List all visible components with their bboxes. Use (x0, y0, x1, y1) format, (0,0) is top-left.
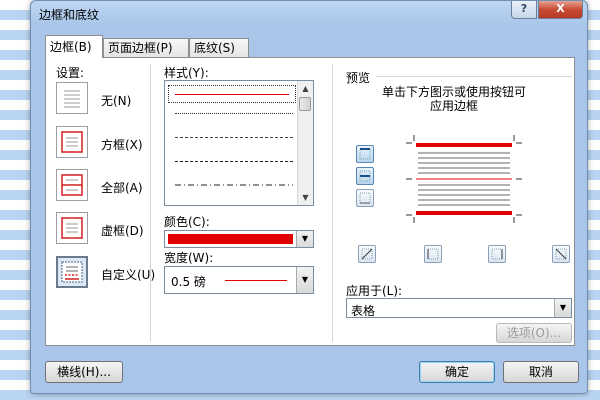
border-inside-horizontal-icon (359, 170, 371, 182)
tab-shading[interactable]: 底纹(S) (189, 38, 249, 57)
left-border-button[interactable] (424, 245, 442, 263)
color-dropdown[interactable]: ▼ (164, 230, 314, 248)
chevron-down-icon[interactable]: ▼ (554, 299, 571, 317)
style-option-dashed[interactable] (175, 161, 293, 162)
style-solid-line (175, 94, 289, 95)
border-top-icon (359, 148, 371, 160)
style-option-solid[interactable] (168, 85, 296, 103)
style-label: 样式(Y): (164, 66, 209, 80)
line-style-list[interactable]: ▲ ▼ (164, 80, 314, 206)
preview-hint-line1: 单击下方图示或使用按钮可 (381, 85, 526, 99)
setting-custom-label[interactable]: 自定义(U) (101, 266, 155, 283)
tab-borders[interactable]: 边框(B) (45, 35, 103, 58)
width-value: 0.5 磅 (171, 275, 206, 289)
top-border-button[interactable] (356, 145, 374, 163)
no-border-icon[interactable] (56, 82, 88, 114)
setting-box-label[interactable]: 方框(X) (101, 136, 143, 153)
scroll-down-icon[interactable]: ▼ (298, 190, 313, 205)
all-borders-icon[interactable] (56, 169, 88, 201)
diagonal-down-border-button[interactable] (358, 245, 376, 263)
preview-group: 预览 单击下方图示或使用按钮可 应用边框 (336, 63, 572, 277)
apply-to-dropdown[interactable]: 表格 ▼ (346, 298, 572, 318)
setting-none-label[interactable]: 无(N) (101, 92, 131, 109)
settings-divider (150, 64, 151, 342)
right-border-button[interactable] (488, 245, 506, 263)
apply-to-label: 应用于(L): (346, 284, 403, 298)
help-icon: ? (520, 2, 528, 15)
borders-and-shading-dialog: 边框和底纹 ? X 边框(B) 页面边框(P) 底纹(S) 设置: 无(N) 方… (30, 0, 588, 394)
horizontal-line-button[interactable]: 横线(H)... (45, 361, 123, 383)
cancel-button[interactable]: 取消 (503, 361, 579, 383)
inside-horizontal-border-button[interactable] (356, 167, 374, 185)
style-option-dash-dot[interactable] (175, 183, 293, 187)
dialog-title: 边框和底纹 (39, 8, 100, 22)
setting-all-label[interactable]: 全部(A) (101, 179, 143, 196)
help-button[interactable]: ? (511, 1, 537, 19)
style-option-dashed-fine[interactable] (175, 137, 293, 138)
borders-tab-panel: 设置: 无(N) 方框(X) 全部(A) 虚框(D) 自定义(U) 样式(Y):… (45, 57, 575, 346)
width-sample-line (225, 280, 287, 281)
chevron-down-icon[interactable]: ▼ (296, 231, 313, 247)
color-label: 颜色(C): (164, 215, 210, 229)
diagonal-up-border-button[interactable] (552, 245, 570, 263)
border-diagonal-down-icon (555, 248, 567, 260)
bottom-border-button[interactable] (356, 189, 374, 207)
setting-grid-label[interactable]: 虚框(D) (101, 222, 144, 239)
scroll-up-icon[interactable]: ▲ (298, 81, 313, 96)
preview-header-rule (376, 76, 572, 77)
border-bottom-icon (359, 192, 371, 204)
tab-page-border[interactable]: 页面边框(P) (103, 38, 189, 57)
border-right-icon (491, 248, 503, 260)
style-divider (332, 64, 333, 342)
title-bar: 边框和底纹 ? X (31, 1, 587, 25)
custom-border-icon[interactable] (56, 256, 88, 288)
width-dropdown[interactable]: 0.5 磅 ▼ (164, 266, 314, 294)
box-border-icon[interactable] (56, 126, 88, 158)
settings-label: 设置: (56, 66, 85, 80)
preview-label: 预览 (346, 71, 371, 85)
style-option-dotted[interactable] (175, 113, 293, 114)
width-label: 宽度(W): (164, 251, 214, 265)
chevron-down-icon[interactable]: ▼ (296, 267, 313, 293)
close-button[interactable]: X (538, 1, 583, 19)
preview-hint-line2: 应用边框 (429, 99, 478, 113)
style-list-scrollbar[interactable]: ▲ ▼ (297, 81, 313, 205)
border-left-icon (427, 248, 439, 260)
ok-button[interactable]: 确定 (419, 361, 495, 383)
color-swatch (168, 234, 293, 244)
border-preview-diagram[interactable] (404, 133, 524, 225)
close-icon: X (556, 2, 565, 15)
border-diagonal-up-icon (361, 248, 373, 260)
grid-border-icon[interactable] (56, 212, 88, 244)
apply-to-value: 表格 (351, 304, 376, 318)
options-button[interactable]: 选项(O)... (496, 323, 572, 343)
scroll-thumb[interactable] (299, 97, 311, 111)
